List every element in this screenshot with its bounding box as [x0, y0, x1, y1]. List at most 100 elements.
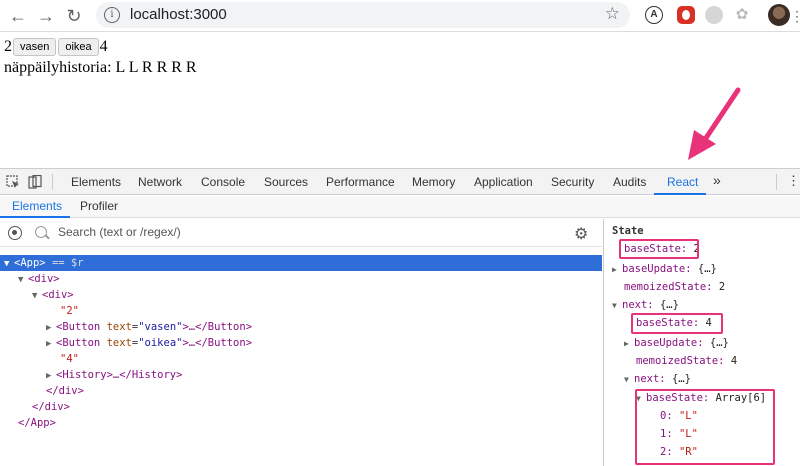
tab-elements[interactable]: Elements: [71, 175, 121, 189]
collapse-triangle-icon[interactable]: ▼: [4, 256, 14, 272]
tree-tag-app: <App>: [14, 257, 46, 269]
url-text[interactable]: localhost:3000: [130, 6, 227, 23]
annotation-arrow-icon: [688, 87, 741, 160]
tab-performance[interactable]: Performance: [326, 175, 395, 189]
tree-row-div[interactable]: ▼ <div>: [0, 271, 602, 287]
tree-tag-button: <Button: [56, 337, 101, 349]
devtools-tabbar: Elements Network Console Sources Perform…: [0, 169, 800, 195]
profile-avatar[interactable]: [768, 4, 790, 26]
react-tab-elements[interactable]: Elements: [12, 199, 62, 213]
tree-tag-div: <div>: [42, 289, 74, 301]
search-row: ⚙: [0, 219, 602, 247]
tree-row-text[interactable]: "4": [0, 351, 602, 367]
tree-attr-name: text: [106, 321, 132, 333]
oikea-button[interactable]: oikea: [58, 38, 99, 56]
browser-menu-icon[interactable]: ⋮: [790, 8, 800, 25]
extension-a-icon[interactable]: A: [645, 6, 663, 24]
state-row-next[interactable]: ▼ next: {…}: [612, 297, 679, 313]
tree-row-text[interactable]: "2": [0, 303, 602, 319]
address-bar[interactable]: i localhost:3000 ☆: [96, 2, 630, 28]
state-inspector-pane: State baseState: 2 ▶ baseUpdate: {…} memo…: [603, 219, 800, 466]
tree-tag-close: </div>: [32, 401, 70, 413]
highlight-box: [631, 313, 723, 334]
react-tab-profiler[interactable]: Profiler: [80, 199, 118, 213]
tree-row-button[interactable]: ▶ <Button text="oikea">…</Button>: [0, 335, 602, 351]
expand-triangle-icon[interactable]: ▶: [46, 320, 56, 336]
more-tabs-icon[interactable]: »: [713, 172, 721, 188]
select-element-icon[interactable]: [8, 226, 22, 240]
tab-react[interactable]: React: [667, 175, 698, 189]
tree-text-node: "2": [60, 305, 79, 317]
tab-console[interactable]: Console: [201, 175, 245, 189]
highlight-box: [635, 389, 775, 465]
history-text: näppäilyhistoria: L L R R R R: [4, 59, 197, 76]
bookmark-star-icon[interactable]: ☆: [605, 4, 620, 24]
expand-triangle-icon[interactable]: ▶: [46, 368, 56, 384]
state-key: next:: [622, 299, 654, 311]
collapse-triangle-icon[interactable]: ▼: [624, 372, 634, 388]
state-row-next-baseupdate[interactable]: ▶ baseUpdate: {…}: [624, 335, 729, 351]
state-row-next-memoized[interactable]: memoizedState: 4: [636, 353, 737, 369]
page-content: 2 vasen oikea 4 näppäilyhistoria: L L R …: [4, 36, 197, 78]
extension-bird-icon[interactable]: ✿: [733, 6, 751, 24]
tree-row-button[interactable]: ▶ <Button text="vasen">…</Button>: [0, 319, 602, 335]
state-key: memoizedState:: [624, 281, 713, 293]
tree-attr-name: text: [106, 337, 132, 349]
right-count: 4: [99, 38, 108, 55]
back-arrow-icon[interactable]: ←: [6, 4, 30, 28]
react-active-tab-indicator: [0, 216, 70, 218]
tab-network[interactable]: Network: [138, 175, 182, 189]
tree-row-close[interactable]: </div>: [0, 399, 602, 415]
counter-row: 2 vasen oikea 4: [4, 36, 197, 58]
inspect-element-icon[interactable]: [6, 175, 20, 189]
state-value: 2: [718, 281, 726, 293]
tree-tag-close: >…</Button>: [182, 321, 253, 333]
collapse-triangle-icon[interactable]: ▼: [32, 288, 42, 304]
state-value: {…}: [659, 299, 679, 311]
state-key: memoizedState:: [636, 355, 725, 367]
expand-triangle-icon[interactable]: ▶: [612, 262, 622, 278]
tab-sources[interactable]: Sources: [264, 175, 308, 189]
tree-tag-close: </div>: [46, 385, 84, 397]
collapse-triangle-icon[interactable]: ▼: [612, 298, 622, 314]
tree-row-div[interactable]: ▼ <div>: [0, 287, 602, 303]
device-toggle-icon[interactable]: [28, 175, 42, 189]
tree-row-app[interactable]: ▼ <App> == $r: [0, 255, 602, 271]
info-icon[interactable]: i: [104, 7, 120, 23]
vasen-button[interactable]: vasen: [13, 38, 57, 56]
tree-text-node: "4": [60, 353, 79, 365]
state-row-next-next[interactable]: ▼ next: {…}: [624, 371, 691, 387]
state-value: {…}: [697, 263, 717, 275]
expand-triangle-icon[interactable]: ▶: [46, 336, 56, 352]
devtools-panel: Elements Network Console Sources Perform…: [0, 168, 800, 466]
tab-application[interactable]: Application: [474, 175, 533, 189]
extension-gray-icon[interactable]: [705, 6, 723, 24]
tab-audits[interactable]: Audits: [613, 175, 646, 189]
component-search-input[interactable]: [58, 225, 538, 239]
expand-triangle-icon[interactable]: ▶: [624, 336, 634, 352]
state-title: State: [612, 225, 644, 237]
tab-security[interactable]: Security: [551, 175, 594, 189]
state-row-baseupdate[interactable]: ▶ baseUpdate: {…}: [612, 261, 717, 277]
extension-ublock-icon[interactable]: [677, 6, 695, 24]
tree-tag-close: >…</Button>: [182, 337, 253, 349]
tree-row-close[interactable]: </div>: [0, 383, 602, 399]
tree-attr-value: "oikea": [138, 337, 183, 349]
reload-icon[interactable]: ↻: [62, 4, 86, 28]
collapse-triangle-icon[interactable]: ▼: [18, 272, 28, 288]
state-value: {…}: [671, 373, 691, 385]
state-row-memoized[interactable]: memoizedState: 2: [624, 279, 725, 295]
tab-memory[interactable]: Memory: [412, 175, 455, 189]
tree-tag-close: </App>: [18, 417, 56, 429]
search-icon: [35, 226, 47, 238]
left-count: 2: [4, 38, 12, 55]
devtools-menu-icon[interactable]: ⋮: [787, 173, 800, 189]
tree-row-close[interactable]: </App>: [0, 415, 602, 431]
settings-gear-icon[interactable]: ⚙: [574, 224, 588, 244]
tab-separator: [776, 174, 777, 190]
state-key: next:: [634, 373, 666, 385]
forward-arrow-icon[interactable]: →: [34, 4, 58, 28]
active-tab-indicator: [654, 193, 706, 195]
tree-row-history[interactable]: ▶ <History>…</History>: [0, 367, 602, 383]
tree-tag-history: <History>…</History>: [56, 369, 183, 381]
